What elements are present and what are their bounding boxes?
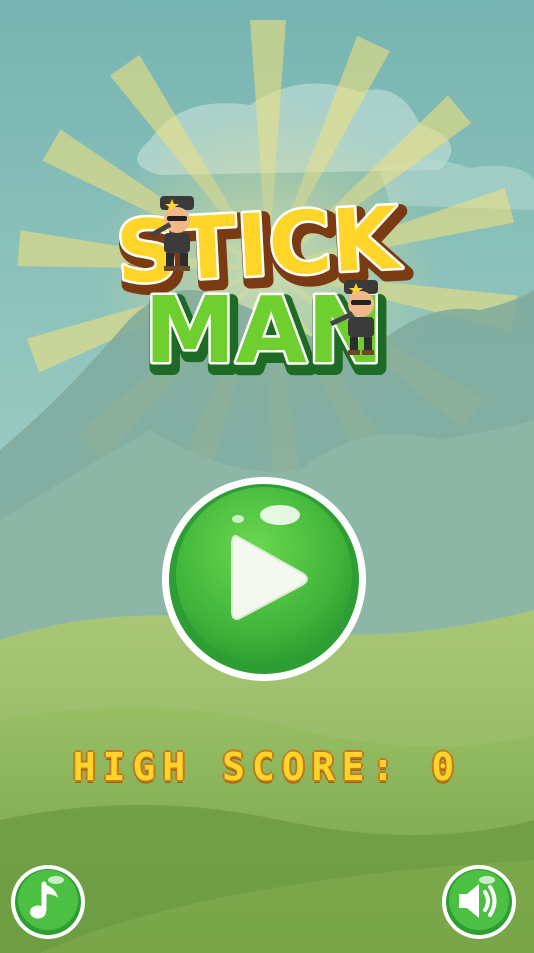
sound-toggle-button[interactable] [441, 864, 517, 940]
play-button[interactable] [160, 475, 368, 683]
speaker-icon [442, 865, 516, 939]
play-icon [162, 477, 366, 681]
game-screen: STICK STICK MAN MAN HIGH SCORE: 0 [0, 0, 534, 953]
high-score: HIGH SCORE: 0 [0, 745, 534, 789]
music-note-icon [11, 865, 85, 939]
music-toggle-button[interactable] [10, 864, 86, 940]
high-score-label: HIGH SCORE: [72, 745, 402, 789]
high-score-value: 0 [431, 745, 462, 789]
